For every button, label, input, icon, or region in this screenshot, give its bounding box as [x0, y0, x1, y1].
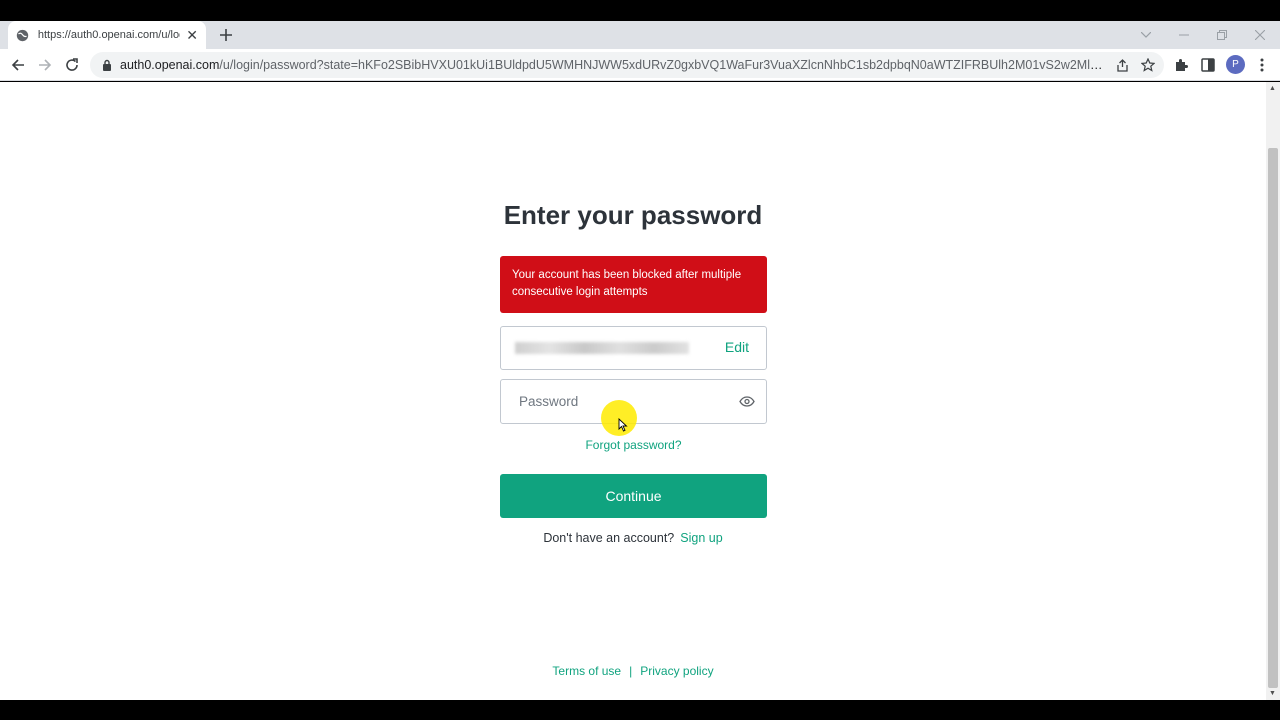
bottom-bar [0, 700, 1280, 720]
url-host: auth0.openai.com [120, 58, 220, 72]
window-close-icon[interactable] [1241, 21, 1279, 49]
edit-email-link[interactable]: Edit [725, 339, 749, 355]
page-scrollbar[interactable]: ▲ ▼ [1266, 82, 1280, 700]
globe-icon [16, 28, 30, 42]
url-text: auth0.openai.com/u/login/password?state=… [120, 58, 1108, 72]
terms-link[interactable]: Terms of use [552, 664, 621, 678]
restore-icon[interactable] [1203, 21, 1241, 49]
tab-strip: https://auth0.openai.com/u/login/passwor… [0, 21, 1280, 49]
sidepanel-icon[interactable] [1198, 55, 1218, 75]
share-icon[interactable] [1114, 57, 1130, 73]
forward-icon[interactable] [35, 55, 55, 75]
signup-row: Don't have an account? Sign up [440, 531, 826, 545]
close-icon[interactable]: ✕ [186, 28, 198, 42]
scroll-down-icon[interactable]: ▼ [1269, 690, 1276, 697]
footer-separator: | [629, 664, 633, 678]
star-icon[interactable] [1140, 57, 1156, 73]
scroll-up-icon[interactable]: ▲ [1269, 85, 1276, 92]
back-icon[interactable] [8, 55, 28, 75]
email-field: Edit [500, 326, 767, 370]
reload-icon[interactable] [62, 55, 82, 75]
puzzle-icon[interactable] [1171, 55, 1191, 75]
privacy-link[interactable]: Privacy policy [640, 664, 713, 678]
mouse-cursor-icon [618, 418, 628, 432]
signup-prompt: Don't have an account? [543, 531, 675, 545]
login-page: Enter your password Your account has bee… [0, 82, 1266, 700]
page-title: Enter your password [503, 200, 763, 230]
browser-tab[interactable]: https://auth0.openai.com/u/login/passwor… [8, 21, 206, 49]
chevron-down-icon[interactable] [1127, 21, 1165, 49]
url-path: /u/login/password?state=hKFo2SBibHVXU01k… [219, 58, 1108, 72]
plus-icon[interactable] [216, 25, 236, 45]
minimize-icon[interactable] [1165, 21, 1203, 49]
lock-icon[interactable] [100, 58, 114, 72]
browser-toolbar: auth0.openai.com/u/login/password?state=… [0, 49, 1280, 81]
screen: https://auth0.openai.com/u/login/passwor… [0, 0, 1280, 720]
address-bar[interactable]: auth0.openai.com/u/login/password?state=… [90, 52, 1164, 78]
kebab-menu-icon[interactable] [1252, 55, 1272, 75]
tab-title: https://auth0.openai.com/u/login/passwor… [37, 29, 181, 41]
scrollbar-thumb[interactable] [1268, 148, 1278, 688]
email-value-redacted [515, 342, 689, 354]
forgot-password-link[interactable]: Forgot password? [500, 438, 767, 452]
continue-button[interactable]: Continue [500, 474, 767, 518]
signup-link[interactable]: Sign up [680, 531, 722, 545]
page-footer: Terms of use | Privacy policy [440, 664, 826, 678]
error-alert: Your account has been blocked after mult… [500, 256, 767, 313]
avatar[interactable]: P [1226, 55, 1245, 74]
eye-icon[interactable] [738, 394, 756, 408]
